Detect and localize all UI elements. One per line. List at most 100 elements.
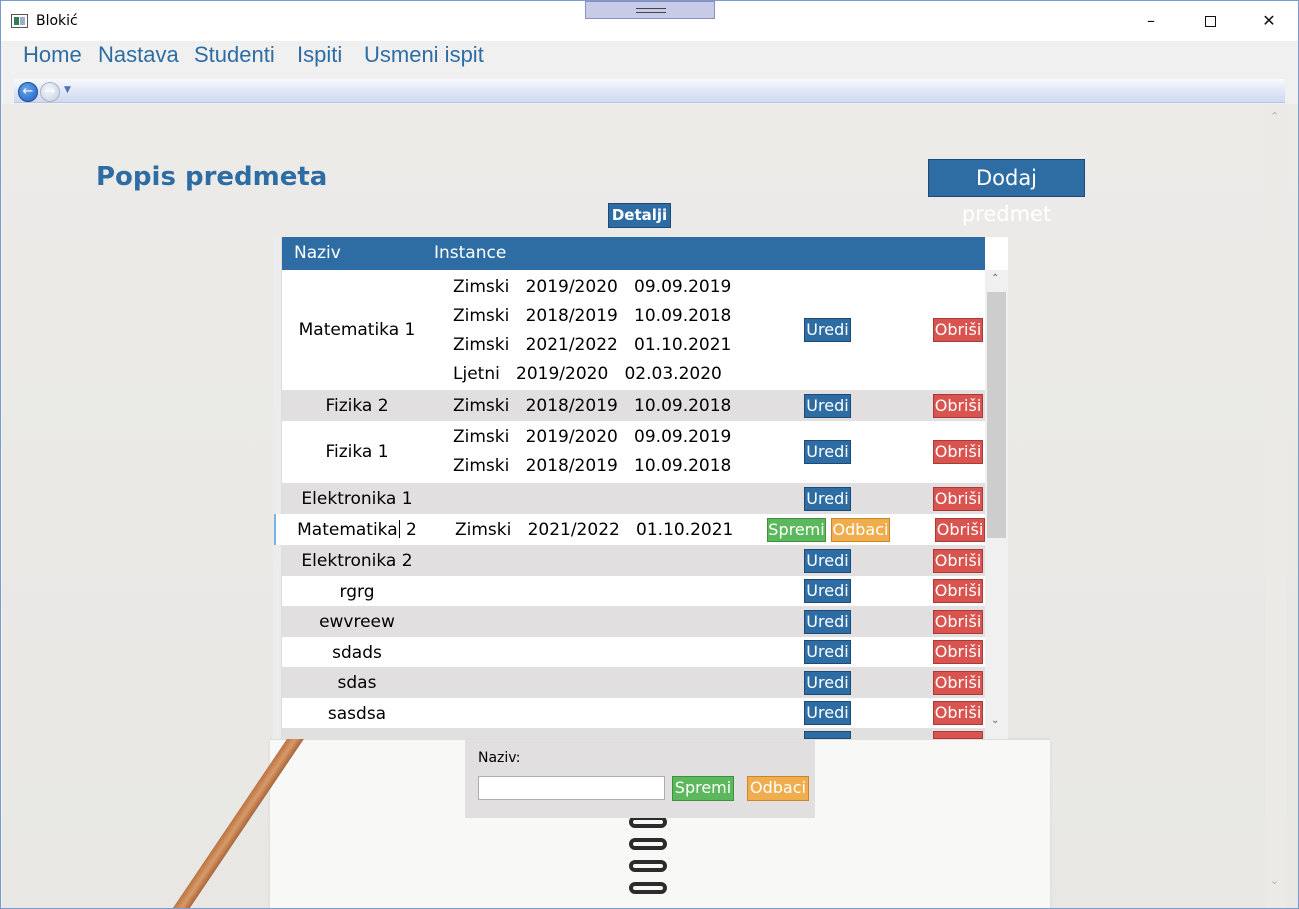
name-label: Naziv: [478, 750, 521, 766]
delete-button[interactable]: Obriši [933, 549, 983, 573]
delete-button[interactable] [933, 731, 983, 739]
history-dropdown-icon[interactable]: ▼ [64, 85, 71, 95]
delete-button[interactable]: Obriši [933, 671, 983, 695]
menu-usmeni-ispit[interactable]: Usmeni ispit [364, 42, 484, 68]
delete-button[interactable]: Obriši [933, 579, 983, 603]
maximize-icon [1204, 16, 1216, 27]
edit-button[interactable]: Uredi [804, 394, 851, 418]
form-save-button[interactable]: Spremi [672, 776, 734, 801]
forward-arrow-icon[interactable]: → [40, 82, 60, 102]
table-row[interactable]: sasdsa Uredi Obriši [282, 698, 985, 728]
instance-item: Ljetni 2019/2020 02.03.2020 [453, 364, 722, 384]
save-row-button[interactable]: Spremi [767, 518, 826, 542]
scroll-up-icon[interactable]: ⌃ [991, 273, 999, 284]
edit-button[interactable]: Uredi [804, 549, 851, 573]
background-spiral [629, 816, 669, 906]
subject-name: Fizika 2 [325, 396, 389, 416]
add-subject-form: Naziv: Spremi Odbaci [465, 740, 815, 818]
form-cancel-button[interactable]: Odbaci [747, 776, 809, 801]
subject-name: Elektronika 2 [301, 551, 413, 571]
navigation-bar: ← → ▼ [14, 79, 1285, 103]
subject-name-editor[interactable]: Matematika 2 [282, 520, 432, 540]
table-row[interactable]: Fizika 1 Zimski 2019/2020 09.09.2019 Zim… [282, 421, 985, 483]
instance-item: Zimski 2018/2019 10.09.2018 [453, 396, 732, 416]
page-scroll-down-icon[interactable]: ⌄ [1270, 874, 1279, 887]
app-icon [11, 14, 28, 28]
drag-handle[interactable] [585, 1, 715, 19]
table-row[interactable]: Fizika 2 Zimski 2018/2019 10.09.2018 Ure… [282, 390, 985, 421]
menu-home[interactable]: Home [23, 42, 82, 68]
instance-item: Zimski 2021/2022 01.10.2021 [455, 520, 734, 540]
subject-name: sdas [337, 673, 377, 693]
menu-nastava[interactable]: Nastava [98, 42, 179, 68]
table-row[interactable]: rgrg Uredi Obriši [282, 576, 985, 606]
edit-button[interactable]: Uredi [804, 440, 851, 464]
menu-studenti[interactable]: Studenti [194, 42, 275, 68]
table-row[interactable]: ewvreew Uredi Obriši [282, 606, 985, 637]
scroll-thumb[interactable] [987, 292, 1006, 538]
delete-button[interactable]: Obriši [933, 318, 983, 342]
menu-ispiti[interactable]: Ispiti [297, 42, 342, 68]
edit-button[interactable]: Uredi [804, 610, 851, 634]
table-scrollbar[interactable]: ⌃ ⌄ [985, 270, 1008, 739]
add-subject-button[interactable]: Dodaj predmet [928, 159, 1085, 226]
edit-button[interactable]: Uredi [804, 318, 851, 342]
table-row[interactable]: sdas Uredi Obriši [282, 667, 985, 698]
subject-name: Elektronika 1 [301, 489, 413, 509]
name-input[interactable] [478, 776, 665, 800]
edit-button[interactable] [804, 731, 851, 739]
delete-button[interactable]: Obriši [935, 518, 985, 542]
back-arrow-icon[interactable]: ← [18, 82, 38, 102]
delete-button[interactable]: Obriši [933, 701, 983, 725]
edit-button[interactable]: Uredi [804, 640, 851, 664]
subject-name-text-after: 2 [400, 520, 417, 540]
window-title: Blokić [36, 13, 78, 29]
instance-item: Zimski 2018/2019 10.09.2018 [453, 456, 732, 476]
title-bar: Blokić – ✕ [1, 1, 1298, 41]
subject-name: rgrg [339, 582, 375, 602]
subject-name-text-before: Matematika [297, 520, 398, 540]
details-button[interactable]: Detalji [608, 203, 671, 228]
row-header-strip [273, 237, 282, 739]
table-row[interactable]: Matematika 1 Zimski 2019/2020 09.09.2019… [282, 270, 985, 390]
page-title: Popis predmeta [96, 162, 328, 192]
edit-button[interactable]: Uredi [804, 579, 851, 603]
column-header-instance: Instance [434, 243, 507, 263]
subject-name: ewvreew [319, 612, 395, 632]
instance-item: Zimski 2019/2020 09.09.2019 [453, 427, 732, 447]
text-caret [398, 520, 400, 538]
scroll-down-icon[interactable]: ⌄ [991, 715, 999, 726]
table-row-editing[interactable]: Matematika 2 Zimski 2021/2022 01.10.2021… [274, 514, 985, 545]
subject-name: Matematika 1 [298, 320, 416, 340]
table-header: Naziv Instance [282, 237, 985, 270]
table-row[interactable]: Elektronika 1 Uredi Obriši [282, 483, 985, 514]
app-window: Blokić – ✕ Home Nastava Studenti Ispiti … [0, 0, 1299, 909]
cancel-row-button[interactable]: Odbaci [831, 518, 890, 542]
maximize-button[interactable] [1181, 1, 1239, 41]
page-scroll-up-icon[interactable]: ⌃ [1270, 110, 1279, 123]
close-button[interactable]: ✕ [1240, 1, 1298, 41]
delete-button[interactable]: Obriši [933, 487, 983, 511]
subject-name: Fizika 1 [325, 442, 389, 462]
edit-button[interactable]: Uredi [804, 671, 851, 695]
table-row[interactable] [282, 728, 985, 739]
minimize-button[interactable]: – [1122, 1, 1180, 41]
subject-name: sasdsa [327, 704, 387, 724]
table-row[interactable]: Elektronika 2 Uredi Obriši [282, 545, 985, 576]
instance-item: Zimski 2018/2019 10.09.2018 [453, 306, 732, 326]
content-area: Popis predmeta Dodaj predmet Detalji Naz… [2, 104, 1298, 908]
delete-button[interactable]: Obriši [933, 440, 983, 464]
subject-name: sdads [332, 643, 382, 663]
delete-button[interactable]: Obriši [933, 394, 983, 418]
table-row[interactable]: sdads Uredi Obriši [282, 637, 985, 667]
edit-button[interactable]: Uredi [804, 701, 851, 725]
main-menu: Home Nastava Studenti Ispiti Usmeni ispi… [1, 41, 1298, 77]
grip-icon [636, 8, 666, 13]
edit-button[interactable]: Uredi [804, 487, 851, 511]
subjects-table: Naziv Instance Matematika 1 Zimski 2019/… [273, 237, 1008, 739]
instance-item: Zimski 2019/2020 09.09.2019 [453, 277, 732, 297]
delete-button[interactable]: Obriši [933, 640, 983, 664]
instance-item: Zimski 2021/2022 01.10.2021 [453, 335, 732, 355]
page-scrollbar[interactable]: ⌃ ⌄ [1265, 104, 1287, 908]
delete-button[interactable]: Obriši [933, 610, 983, 634]
